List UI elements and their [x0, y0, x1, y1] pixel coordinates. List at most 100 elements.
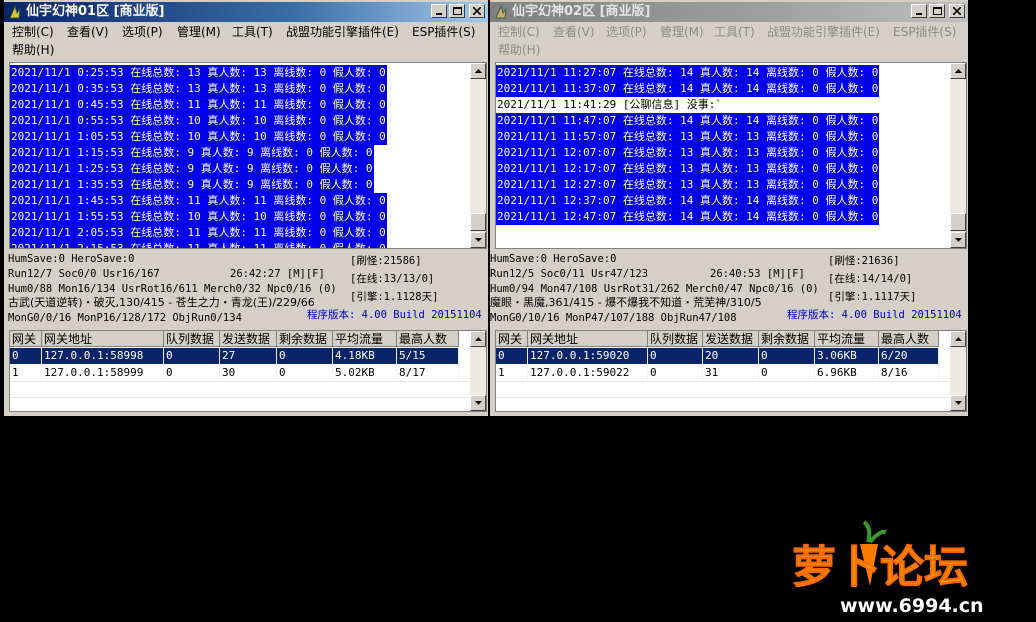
col-gateway[interactable]: 网关 — [10, 331, 42, 347]
cell: 127.0.0.1:58998 — [42, 348, 164, 364]
log-scrollbar[interactable] — [470, 63, 486, 248]
col-remaining[interactable]: 剩余数据 — [759, 331, 815, 347]
menu-esp-plugin[interactable]: ESP插件(S) — [893, 24, 956, 40]
col-avg-traffic[interactable]: 平均流量 — [333, 331, 397, 347]
close-button[interactable] — [469, 4, 485, 18]
close-button[interactable] — [949, 4, 965, 18]
col-max-users[interactable]: 最高人数 — [397, 331, 459, 347]
table-row[interactable]: 0 127.0.0.1:59020 0 20 0 3.06KB 6/20 — [496, 348, 939, 364]
stat-players: 魔眼・黑魔,361/415 - 爆不爆我不知道・荒芜神/310/5 — [490, 296, 762, 309]
log-line: 2021/11/1 11:57:07 在线总数: 13 真人数: 13 离线数:… — [496, 129, 880, 145]
col-gateway[interactable]: 网关 — [496, 331, 528, 347]
stat-uptime: 26:42:27 [M][F] — [230, 268, 325, 280]
menu-esp-plugin[interactable]: ESP插件(S) — [412, 24, 475, 40]
col-sent[interactable]: 发送数据 — [220, 331, 277, 347]
menu-tools[interactable]: 工具(T) — [232, 24, 273, 40]
stat-run: Run12/5 Soc0/11 Usr47/123 — [490, 268, 649, 280]
menu-control[interactable]: 控制(C) — [498, 24, 540, 40]
table-scrollbar[interactable] — [950, 331, 966, 411]
title-bar[interactable]: 仙宇幻神02区 [商业版] — [490, 2, 968, 22]
arrow-down-icon — [954, 238, 962, 242]
log-line: 2021/11/1 1:55:53 在线总数: 10 真人数: 10 离线数: … — [10, 209, 387, 225]
cell: 0 — [759, 365, 815, 381]
scroll-down-button[interactable] — [950, 232, 966, 248]
stat-mong: MonG0/10/16 MonP47/107/188 ObjRun47/108 — [490, 312, 737, 324]
cell: 20 — [703, 348, 759, 364]
stat-mong: MonG0/0/16 MonP16/128/172 ObjRun0/134 — [8, 312, 242, 324]
scroll-up-button[interactable] — [950, 63, 966, 79]
arrow-up-icon — [474, 69, 482, 73]
menu-options[interactable]: 选项(P) — [606, 24, 647, 40]
server-window-01: 仙宇幻神01区 [商业版] 控制(C) 查看(V) 选项(P) 管理(M) 工具… — [4, 0, 488, 416]
log-line: 2021/11/1 2:05:53 在线总数: 11 真人数: 11 离线数: … — [10, 225, 387, 241]
minimize-button[interactable] — [911, 4, 927, 18]
log-line: 2021/11/1 1:05:53 在线总数: 10 真人数: 10 离线数: … — [10, 129, 387, 145]
scroll-thumb[interactable] — [470, 213, 486, 231]
cell: 5.02KB — [333, 365, 397, 381]
cell: 6.96KB — [815, 365, 879, 381]
log-line: 2021/11/1 1:25:53 在线总数: 9 真人数: 9 离线数: 0 … — [10, 161, 374, 177]
table-row[interactable]: 1 127.0.0.1:58999 0 30 0 5.02KB 8/17 — [10, 365, 459, 381]
log-line: 2021/11/1 11:27:07 在线总数: 14 真人数: 14 离线数:… — [496, 65, 880, 81]
menu-help[interactable]: 帮助(H) — [498, 42, 540, 58]
stat-uptime: 26:40:53 [M][F] — [710, 268, 805, 280]
col-remaining[interactable]: 剩余数据 — [277, 331, 333, 347]
menu-alliance-plugin[interactable]: 战盟功能引擎插件(E) — [286, 24, 399, 40]
app-icon — [9, 4, 21, 19]
window-title: 仙宇幻神02区 [商业版] — [512, 4, 651, 19]
log-panel[interactable]: 2021/11/1 0:25:53 在线总数: 13 真人数: 13 离线数: … — [9, 62, 487, 249]
col-sent[interactable]: 发送数据 — [703, 331, 759, 347]
col-queue[interactable]: 队列数据 — [164, 331, 220, 347]
menu-manage[interactable]: 管理(M) — [660, 24, 704, 40]
scroll-thumb[interactable] — [950, 213, 966, 231]
col-address[interactable]: 网关地址 — [42, 331, 164, 347]
scroll-up-button[interactable] — [470, 63, 486, 79]
log-scrollbar[interactable] — [950, 63, 966, 248]
col-address[interactable]: 网关地址 — [528, 331, 648, 347]
title-bar[interactable]: 仙宇幻神01区 [商业版] — [4, 2, 488, 22]
minimize-icon — [436, 13, 442, 15]
maximize-button[interactable] — [449, 4, 465, 18]
menu-alliance-plugin[interactable]: 战盟功能引擎插件(E) — [767, 24, 880, 40]
menu-control[interactable]: 控制(C) — [12, 24, 54, 40]
table-header: 网关 网关地址 队列数据 发送数据 剩余数据 平均流量 最高人数 — [496, 331, 939, 347]
stat-online: [在线:13/13/0] — [350, 273, 435, 285]
scroll-down-button[interactable] — [470, 395, 486, 411]
menu-manage[interactable]: 管理(M) — [177, 24, 221, 40]
scroll-up-button[interactable] — [950, 331, 966, 347]
cell: 31 — [703, 365, 759, 381]
table-scrollbar[interactable] — [470, 331, 486, 411]
row-divider — [496, 381, 950, 382]
cell: 127.0.0.1:59020 — [528, 348, 648, 364]
minimize-icon — [916, 13, 922, 15]
table-row[interactable]: 0 127.0.0.1:58998 0 27 0 4.18KB 5/15 — [10, 348, 459, 364]
log-panel[interactable]: 2021/11/1 11:27:07 在线总数: 14 真人数: 14 离线数:… — [495, 62, 967, 249]
maximize-button[interactable] — [929, 4, 945, 18]
menu-tools[interactable]: 工具(T) — [714, 24, 755, 40]
window-title: 仙宇幻神01区 [商业版] — [26, 4, 165, 19]
col-max-users[interactable]: 最高人数 — [879, 331, 939, 347]
log-line: 2021/11/1 0:55:53 在线总数: 10 真人数: 10 离线数: … — [10, 113, 387, 129]
cell: 0 — [648, 365, 703, 381]
cell: 4.18KB — [333, 348, 397, 364]
log-line: 2021/11/1 12:47:07 在线总数: 14 真人数: 14 离线数:… — [496, 209, 880, 225]
arrow-down-icon — [474, 238, 482, 242]
gateway-table[interactable]: 网关 网关地址 队列数据 发送数据 剩余数据 平均流量 最高人数 0 127.0… — [495, 330, 967, 412]
log-line: 2021/11/1 1:35:53 在线总数: 9 真人数: 9 离线数: 0 … — [10, 177, 374, 193]
log-lines: 2021/11/1 11:27:07 在线总数: 14 真人数: 14 离线数:… — [496, 65, 880, 225]
col-queue[interactable]: 队列数据 — [648, 331, 703, 347]
minimize-button[interactable] — [431, 4, 447, 18]
menu-view[interactable]: 查看(V) — [67, 24, 109, 40]
table-row[interactable]: 1 127.0.0.1:59022 0 31 0 6.96KB 8/16 — [496, 365, 939, 381]
stat-players: 古武(天道逆转)・破灭,130/415 - 苍生之力・青龙(王)/229/66 — [8, 296, 315, 309]
logo-url: www.6994.cn — [840, 595, 984, 616]
menu-view[interactable]: 查看(V) — [553, 24, 595, 40]
col-avg-traffic[interactable]: 平均流量 — [815, 331, 879, 347]
scroll-up-button[interactable] — [470, 331, 486, 347]
gateway-table[interactable]: 网关 网关地址 队列数据 发送数据 剩余数据 平均流量 最高人数 0 127.0… — [9, 330, 487, 412]
scroll-down-button[interactable] — [470, 232, 486, 248]
menu-help[interactable]: 帮助(H) — [12, 42, 54, 58]
log-line: 2021/11/1 1:45:53 在线总数: 11 真人数: 11 离线数: … — [10, 193, 387, 209]
menu-options[interactable]: 选项(P) — [122, 24, 163, 40]
scroll-down-button[interactable] — [950, 395, 966, 411]
